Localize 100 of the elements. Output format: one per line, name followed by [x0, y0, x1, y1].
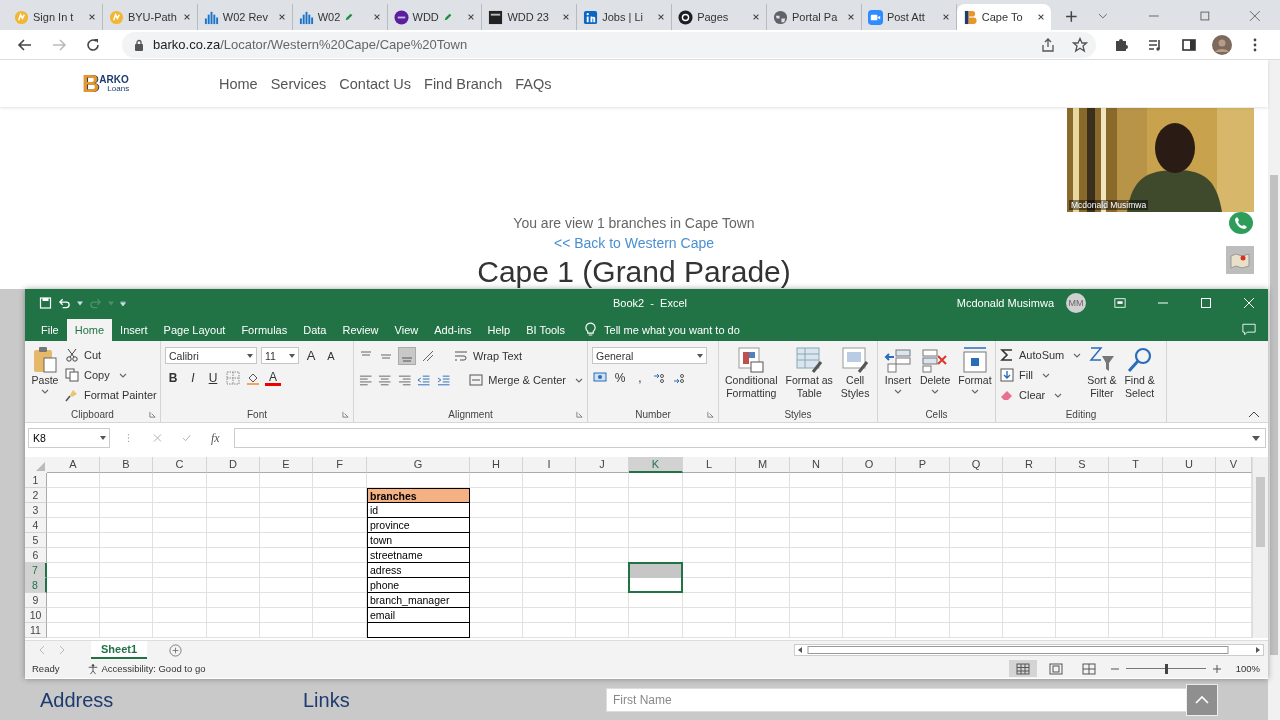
- row-header[interactable]: 10: [25, 608, 47, 623]
- row-header[interactable]: 8: [25, 578, 47, 593]
- shrink-font-button[interactable]: A: [323, 347, 339, 364]
- dialog-launcher-icon[interactable]: [576, 411, 583, 418]
- bold-button[interactable]: B: [165, 370, 181, 386]
- accessibility-status[interactable]: Accessibility: Good to go: [101, 663, 206, 674]
- format-painter-button[interactable]: Format Painter: [65, 386, 157, 404]
- browser-tab[interactable]: Jobs | Li: [577, 4, 673, 30]
- ribbon-tab[interactable]: Home: [66, 319, 113, 341]
- browser-tab[interactable]: WDD: [387, 4, 483, 30]
- close-icon[interactable]: [182, 13, 191, 21]
- font-color-button[interactable]: A: [265, 370, 281, 386]
- zoom-slider[interactable]: [1125, 663, 1206, 674]
- sheet-tab[interactable]: Sheet1: [91, 641, 148, 659]
- editing-button[interactable]: Find & Select: [1122, 344, 1157, 407]
- percent-button[interactable]: %: [612, 370, 628, 386]
- column-header[interactable]: F: [313, 457, 367, 473]
- italic-button[interactable]: I: [185, 370, 201, 386]
- nav-link[interactable]: Find Branch: [424, 75, 503, 92]
- orientation-icon[interactable]: [420, 348, 436, 364]
- caret-icon[interactable]: [41, 389, 49, 394]
- grow-font-button[interactable]: A: [303, 347, 319, 364]
- close-icon[interactable]: [87, 13, 96, 21]
- nav-link[interactable]: Services: [270, 75, 327, 92]
- scroll-top-button[interactable]: [1186, 684, 1218, 716]
- caret-icon[interactable]: [100, 436, 106, 440]
- horizontal-scrollbar[interactable]: [794, 644, 1264, 656]
- ribbon-tab[interactable]: Formulas: [233, 319, 296, 341]
- column-header[interactable]: I: [523, 457, 576, 473]
- user-avatar[interactable]: MM: [1066, 293, 1086, 313]
- cells-button[interactable]: Format: [956, 344, 994, 407]
- column-header[interactable]: J: [576, 457, 629, 473]
- caret-icon[interactable]: [1042, 372, 1051, 378]
- ribbon-tab[interactable]: Help: [479, 319, 519, 341]
- page-scrollbar[interactable]: [1268, 60, 1280, 720]
- phone-button[interactable]: [1229, 212, 1253, 234]
- map-button[interactable]: [1226, 246, 1254, 274]
- ribbon-tab[interactable]: BI Tools: [518, 319, 574, 341]
- collapse-ribbon-icon[interactable]: [1248, 410, 1260, 418]
- column-header[interactable]: D: [207, 457, 260, 473]
- browser-tab[interactable]: Post Att: [861, 4, 957, 30]
- caret-icon[interactable]: [1073, 352, 1082, 358]
- close-icon[interactable]: [657, 13, 666, 21]
- merge-center-button[interactable]: Merge & Center: [469, 371, 583, 389]
- row-header[interactable]: 9: [25, 593, 47, 608]
- column-header[interactable]: G: [367, 457, 470, 473]
- comma-button[interactable]: ,: [632, 370, 648, 386]
- accessibility-icon[interactable]: [87, 662, 100, 675]
- caret-icon[interactable]: [247, 353, 253, 358]
- customize-icon[interactable]: [120, 300, 126, 306]
- editing-button[interactable]: Fill: [1000, 366, 1082, 384]
- editing-button[interactable]: AutoSum: [1000, 346, 1082, 364]
- zoom-in-icon[interactable]: [1211, 663, 1222, 674]
- row-header[interactable]: 2: [25, 488, 47, 503]
- caret-icon[interactable]: [697, 353, 703, 358]
- row-header[interactable]: 5: [25, 533, 47, 548]
- avatar-icon[interactable]: [1212, 34, 1232, 55]
- caret-icon[interactable]: [118, 372, 127, 378]
- dialog-launcher-icon[interactable]: [342, 411, 349, 418]
- caret-icon[interactable]: [931, 389, 940, 394]
- editing-button[interactable]: Clear: [1000, 386, 1082, 404]
- close-icon[interactable]: [752, 13, 760, 21]
- browser-tab[interactable]: Portal Pa: [767, 4, 862, 30]
- caret-icon[interactable]: [894, 389, 902, 394]
- column-header[interactable]: S: [1056, 457, 1109, 473]
- cut-button[interactable]: Cut: [65, 346, 157, 364]
- column-header[interactable]: E: [260, 457, 313, 473]
- maximize-icon[interactable]: [1200, 297, 1212, 309]
- close-icon[interactable]: [277, 13, 286, 21]
- column-header[interactable]: A: [47, 457, 100, 473]
- copy-button[interactable]: Copy: [65, 366, 157, 384]
- browser-tab[interactable]: WDD 23: [482, 4, 578, 30]
- font-name-dropdown[interactable]: Calibri: [165, 347, 257, 364]
- font-size-dropdown[interactable]: 11: [261, 347, 299, 364]
- formula-input[interactable]: [233, 428, 1266, 448]
- column-header[interactable]: L: [683, 457, 736, 473]
- name-box[interactable]: K8: [28, 428, 110, 448]
- column-header[interactable]: R: [1003, 457, 1056, 473]
- reload-icon[interactable]: [85, 36, 101, 53]
- ribbon-tab[interactable]: View: [386, 319, 427, 341]
- styles-button[interactable]: Format as Table: [783, 344, 835, 407]
- close-icon[interactable]: [941, 13, 950, 21]
- styles-button[interactable]: Cell Styles: [838, 344, 872, 407]
- nav-link[interactable]: Home: [219, 75, 258, 92]
- ribbon-display-icon[interactable]: [1114, 297, 1126, 309]
- row-header[interactable]: 4: [25, 518, 47, 533]
- search-field[interactable]: Tell me what you want to do: [604, 319, 740, 341]
- underline-button[interactable]: U: [205, 370, 221, 386]
- wrap-text-button[interactable]: Wrap Text: [454, 347, 523, 365]
- browser-tab[interactable]: Cape To: [956, 4, 1051, 30]
- close-icon[interactable]: [467, 13, 476, 21]
- row-header[interactable]: 1: [25, 473, 47, 488]
- save-icon[interactable]: [39, 297, 52, 309]
- column-header[interactable]: T: [1109, 457, 1163, 473]
- browser-tab[interactable]: Sign In t: [8, 4, 103, 30]
- caret-icon[interactable]: [289, 353, 295, 358]
- share-icon[interactable]: [1040, 36, 1056, 53]
- sidebar-icon[interactable]: [1181, 36, 1197, 53]
- ribbon-tab[interactable]: Add-ins: [426, 319, 480, 341]
- nav-link[interactable]: Contact Us: [339, 75, 412, 92]
